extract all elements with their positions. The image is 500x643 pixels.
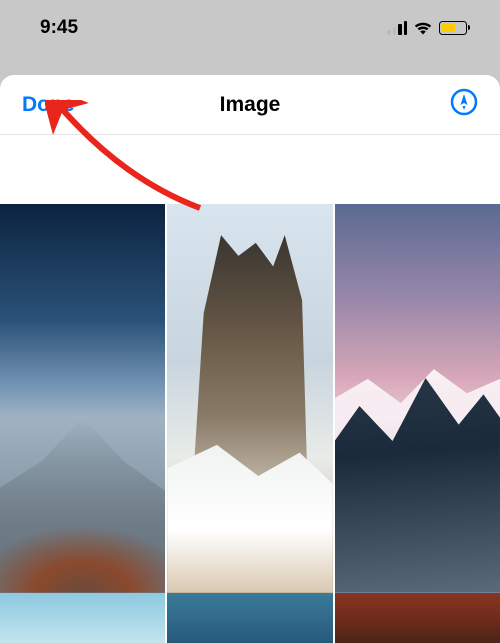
nav-bar: Done Image <box>0 75 500 135</box>
image-grid <box>0 593 500 643</box>
wifi-icon <box>413 21 433 35</box>
markup-pen-icon <box>450 88 478 121</box>
image-thumbnail[interactable] <box>335 593 500 643</box>
status-time: 9:45 <box>40 17 78 39</box>
page-title: Image <box>220 93 281 117</box>
image-thumbnail[interactable] <box>167 204 332 593</box>
image-picker-sheet: Done Image <box>0 75 500 643</box>
image-grid <box>0 204 500 593</box>
image-thumbnail[interactable] <box>0 593 165 643</box>
battery-icon <box>439 21 470 35</box>
image-thumbnail[interactable] <box>335 204 500 593</box>
image-thumbnail[interactable] <box>167 593 332 643</box>
done-button[interactable]: Done <box>22 93 75 117</box>
markup-button[interactable] <box>450 88 478 121</box>
cellular-signal-icon <box>387 21 407 35</box>
status-icons <box>387 21 470 35</box>
image-thumbnail[interactable] <box>0 204 165 593</box>
content-spacer <box>0 135 500 204</box>
status-bar: 9:45 <box>0 0 500 55</box>
